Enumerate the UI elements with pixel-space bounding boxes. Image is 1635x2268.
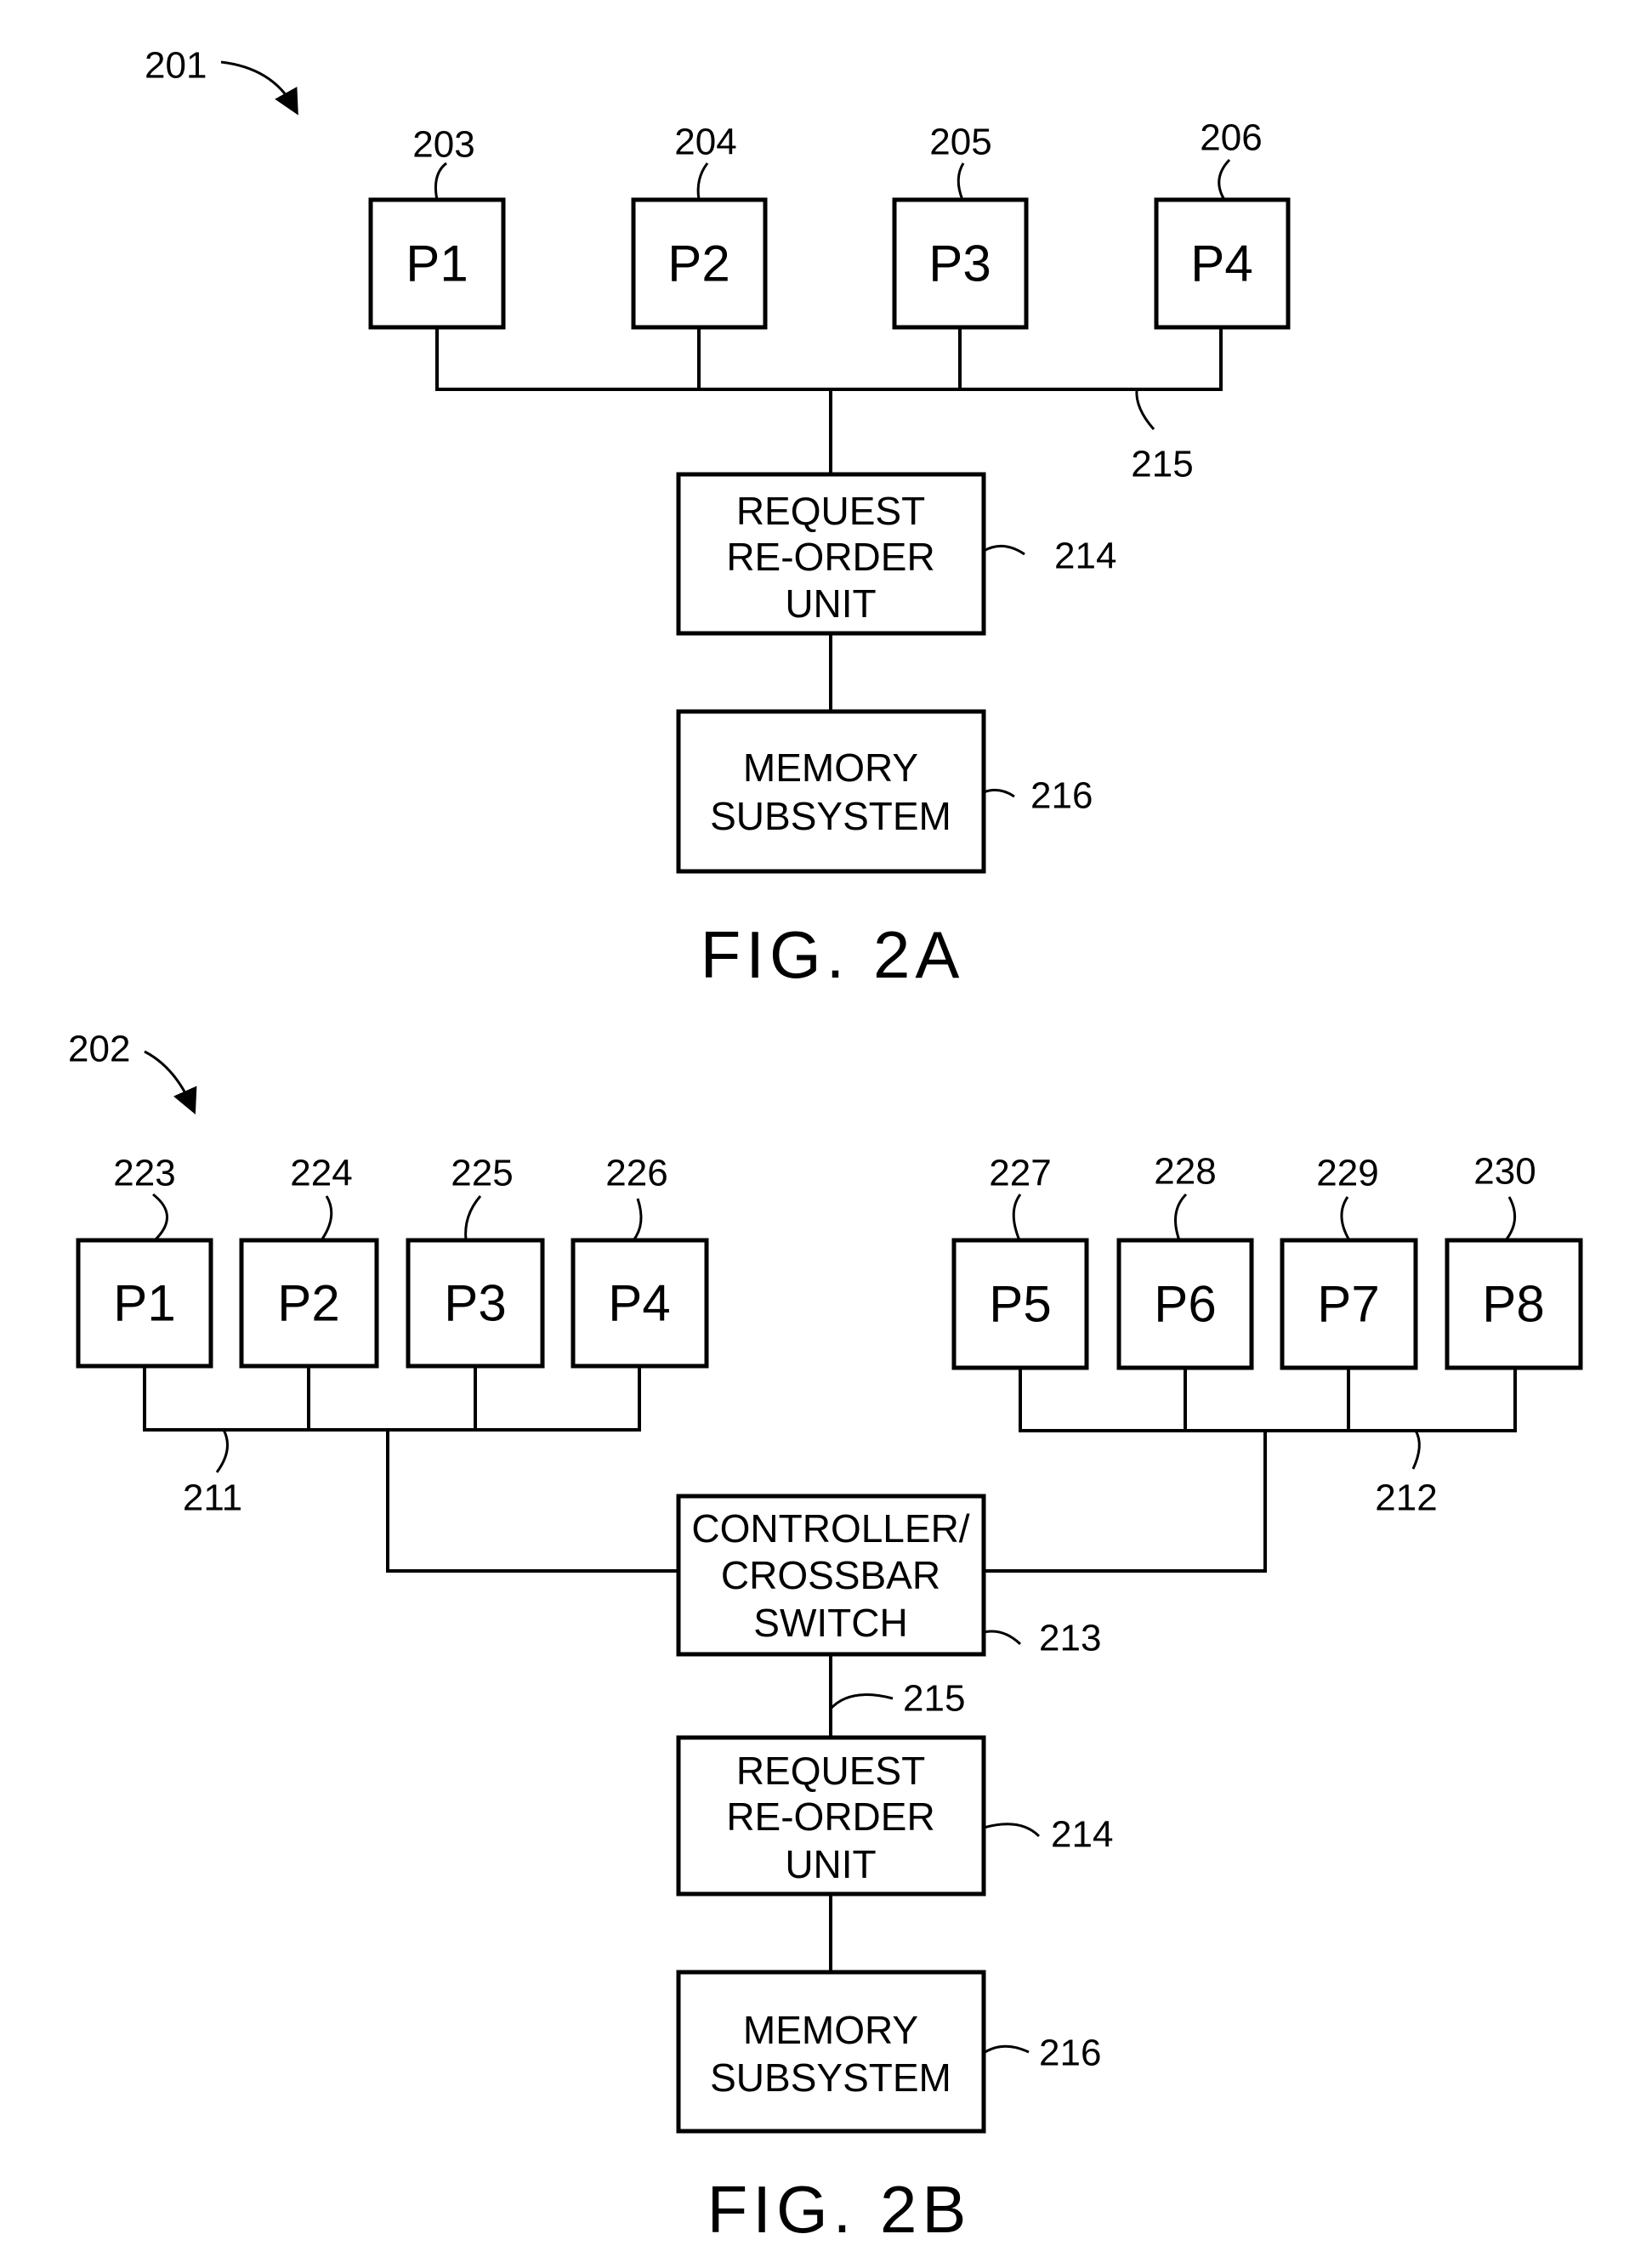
- fig2b-system-arrow-icon: [144, 1050, 197, 1114]
- ref-leader: [983, 1823, 1041, 1838]
- processor-label: P1: [406, 235, 468, 292]
- ref-leader: [434, 162, 447, 201]
- processor-label: P2: [277, 1275, 339, 1332]
- bus-ref: 215: [1131, 444, 1193, 485]
- ref-leader: [983, 2044, 1030, 2055]
- processor-label: P8: [1482, 1276, 1544, 1333]
- processor-ref: 228: [1154, 1151, 1216, 1193]
- ref-leader: [1504, 1196, 1516, 1241]
- processor-ref: 204: [674, 122, 736, 163]
- ref-leader: [1218, 158, 1231, 201]
- block-label-line: SUBSYSTEM: [710, 794, 951, 838]
- block-label-line: UNIT: [785, 1842, 876, 1886]
- fig2b-processor-p5: P5 227: [951, 1153, 1089, 1370]
- bus-ref: 212: [1375, 1477, 1437, 1519]
- figure-2b: 202 P1 223 P2 224 P3 225 P4 226 211 P5 2…: [68, 1029, 1583, 2247]
- block-label-line: MEMORY: [743, 2008, 918, 2052]
- ref-leader: [983, 1630, 1022, 1646]
- fig2a-caption: FIG. 2A: [701, 917, 965, 992]
- fig2b-processor-p4: P4 226: [571, 1153, 709, 1369]
- ref-leader: [320, 1195, 333, 1241]
- processor-label: P1: [113, 1275, 175, 1332]
- fig2b-crossbar-switch: CONTROLLER/ CROSSBAR SWITCH 213: [676, 1494, 1101, 1659]
- processor-label: P5: [989, 1276, 1051, 1333]
- block-label-line: SWITCH: [753, 1601, 907, 1645]
- ref-leader: [464, 1195, 482, 1241]
- fig2b-link-switch-reorder: 215: [829, 1654, 965, 1738]
- block-label-line: CROSSBAR: [721, 1553, 940, 1597]
- block-label-line: UNIT: [785, 581, 876, 626]
- ref-leader: [1340, 1196, 1351, 1241]
- processor-ref: 203: [412, 124, 474, 166]
- figure-2a: 201 P1 203 P2 204 P3 205 P4 206 215 REQU…: [145, 45, 1291, 992]
- ref-leader: [983, 788, 1015, 798]
- ref-leader: [632, 1198, 643, 1241]
- block-label-line: RE-ORDER: [726, 535, 934, 579]
- block-label-line: RE-ORDER: [726, 1795, 934, 1839]
- block-ref: 216: [1039, 2033, 1101, 2074]
- fig2b-processor-p1: P1 223: [76, 1153, 213, 1369]
- ref-leader: [215, 1429, 229, 1473]
- fig2a-bus: 215: [435, 327, 1223, 485]
- fig2a-memory-subsystem: MEMORY SUBSYSTEM 216: [676, 709, 1093, 874]
- ref-leader: [1135, 388, 1155, 430]
- processor-ref: 206: [1200, 117, 1262, 159]
- fig2b-caption: FIG. 2B: [707, 2172, 972, 2247]
- block-label-line: MEMORY: [743, 746, 918, 790]
- ref-leader: [957, 162, 965, 201]
- processor-label: P4: [1190, 235, 1252, 292]
- ref-leader: [983, 544, 1025, 556]
- processor-label: P2: [667, 235, 730, 292]
- link-ref: 215: [903, 1678, 965, 1720]
- fig2b-request-reorder-unit: REQUEST RE-ORDER UNIT 214: [676, 1735, 1113, 1897]
- fig2a-processor-p3: P3 205: [892, 122, 1029, 330]
- fig2a-system-ref: 201: [145, 45, 207, 87]
- block-label-line: REQUEST: [736, 1749, 925, 1793]
- ref-leader: [829, 1693, 894, 1710]
- fig2b-system-ref: 202: [68, 1029, 130, 1070]
- processor-ref: 226: [605, 1153, 667, 1194]
- processor-ref: 224: [290, 1153, 352, 1194]
- fig2a-request-reorder-unit: REQUEST RE-ORDER UNIT 214: [676, 472, 1116, 636]
- fig2a-processor-p1: P1 203: [368, 124, 506, 330]
- processor-label: P3: [444, 1275, 506, 1332]
- processor-ref: 223: [113, 1153, 175, 1194]
- ref-leader: [152, 1193, 168, 1242]
- fig2b-processor-p7: P7 229: [1280, 1153, 1418, 1370]
- block-label-line: SUBSYSTEM: [710, 2055, 951, 2100]
- block-ref: 214: [1051, 1814, 1113, 1856]
- block-ref: 216: [1030, 775, 1093, 817]
- processor-ref: 230: [1473, 1151, 1536, 1193]
- fig2b-processor-p3: P3 225: [406, 1153, 545, 1369]
- fig2b-memory-subsystem: MEMORY SUBSYSTEM 216: [676, 1970, 1101, 2134]
- block-ref: 214: [1054, 536, 1116, 577]
- patent-figure-canvas: 201 P1 203 P2 204 P3 205 P4 206 215 REQU…: [68, 45, 1583, 2247]
- bus-ref: 211: [183, 1477, 242, 1519]
- block-label-line: REQUEST: [736, 489, 925, 533]
- processor-label: P6: [1154, 1276, 1216, 1333]
- block-ref: 213: [1039, 1618, 1101, 1659]
- fig2b-processor-p8: P8 230: [1445, 1151, 1583, 1370]
- processor-ref: 229: [1316, 1153, 1378, 1194]
- fig2a-processor-p4: P4 206: [1154, 117, 1291, 330]
- ref-leader: [1174, 1193, 1188, 1241]
- fig2a-system-arrow-icon: [220, 60, 298, 116]
- fig2a-processor-p2: P2 204: [631, 122, 768, 330]
- processor-ref: 205: [929, 122, 991, 163]
- fig2b-processor-p2: P2 224: [239, 1153, 379, 1369]
- processor-label: P7: [1317, 1276, 1379, 1333]
- block-label-line: CONTROLLER/: [691, 1506, 969, 1551]
- ref-leader: [696, 162, 709, 201]
- ref-leader: [1411, 1430, 1421, 1470]
- fig2b-processor-p6: P6 228: [1116, 1151, 1254, 1370]
- processor-label: P4: [608, 1275, 670, 1332]
- processor-label: P3: [928, 235, 991, 292]
- fig2b-left-bus: 211: [143, 1366, 678, 1573]
- ref-leader: [1012, 1194, 1022, 1241]
- fig2b-right-bus: 212: [984, 1368, 1517, 1573]
- processor-ref: 227: [989, 1153, 1051, 1194]
- processor-ref: 225: [451, 1153, 513, 1194]
